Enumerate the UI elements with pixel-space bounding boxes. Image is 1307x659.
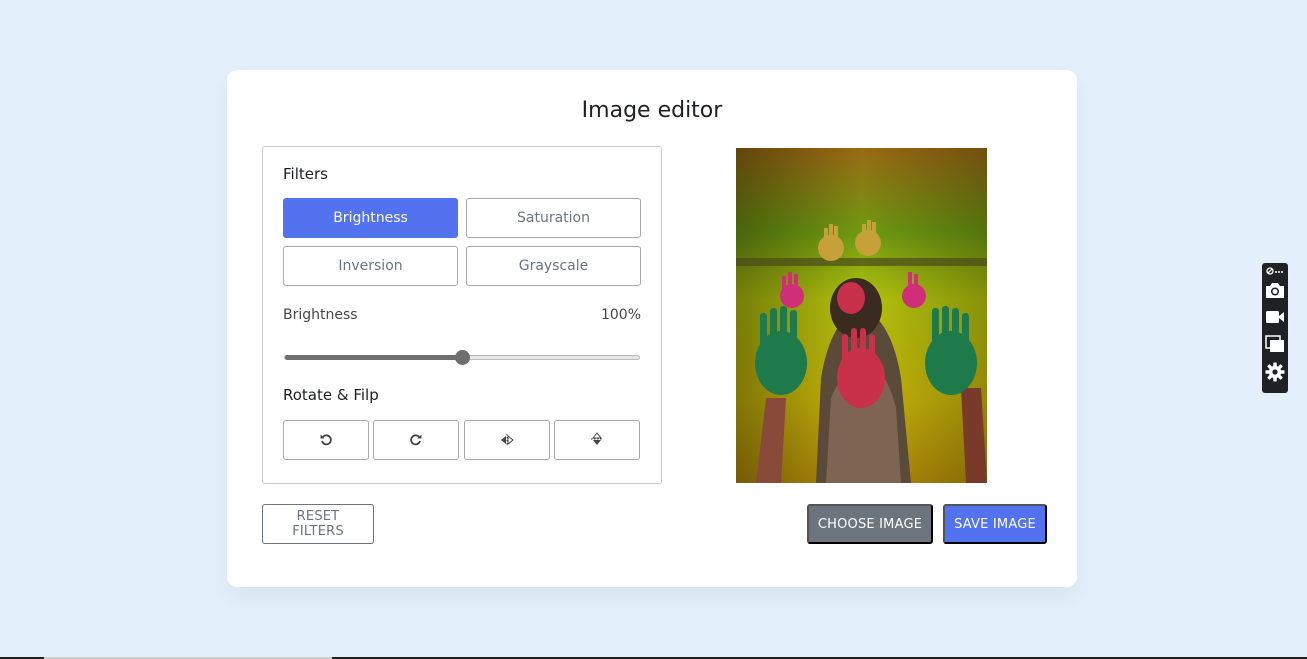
editor-card: Image editor Filters Brightness Saturati… bbox=[227, 70, 1077, 587]
gear-icon[interactable] bbox=[1265, 362, 1285, 382]
saturation-filter-button[interactable]: Saturation bbox=[466, 198, 641, 238]
rotate-right-icon bbox=[409, 431, 423, 450]
screenshot-tool-icon[interactable] bbox=[1265, 266, 1285, 276]
flip-horizontal-button[interactable] bbox=[464, 420, 550, 460]
reset-filters-button[interactable]: RESET FILTERS bbox=[262, 504, 374, 544]
slider-value: 100% bbox=[600, 307, 641, 323]
controls-panel: Filters Brightness Saturation Inversion … bbox=[262, 146, 662, 484]
brightness-filter-button[interactable]: Brightness bbox=[283, 198, 458, 238]
slider-info: Brightness 100% bbox=[283, 307, 641, 323]
page-title: Image editor bbox=[581, 98, 723, 123]
floating-toolbar bbox=[1262, 263, 1288, 393]
flip-vertical-icon bbox=[591, 431, 603, 450]
save-image-button[interactable]: SAVE IMAGE bbox=[943, 504, 1047, 544]
rotate-left-icon bbox=[319, 431, 333, 450]
windows-icon[interactable] bbox=[1265, 335, 1285, 353]
image-preview bbox=[736, 148, 987, 483]
camera-icon[interactable] bbox=[1265, 281, 1285, 299]
slider-fill bbox=[285, 355, 462, 360]
flip-vertical-button[interactable] bbox=[554, 420, 640, 460]
slider-name: Brightness bbox=[283, 307, 358, 323]
video-icon[interactable] bbox=[1265, 309, 1285, 325]
rotate-heading: Rotate & Filp bbox=[283, 386, 379, 404]
flip-horizontal-icon bbox=[500, 431, 514, 450]
filters-heading: Filters bbox=[283, 165, 328, 183]
brightness-slider[interactable] bbox=[284, 350, 640, 365]
inversion-filter-button[interactable]: Inversion bbox=[283, 246, 458, 286]
grayscale-filter-button[interactable]: Grayscale bbox=[466, 246, 641, 286]
slider-thumb[interactable] bbox=[455, 350, 470, 365]
preview-photo bbox=[736, 148, 987, 483]
rotate-right-button[interactable] bbox=[373, 420, 459, 460]
choose-image-button[interactable]: CHOOSE IMAGE bbox=[807, 504, 933, 544]
rotate-left-button[interactable] bbox=[283, 420, 369, 460]
